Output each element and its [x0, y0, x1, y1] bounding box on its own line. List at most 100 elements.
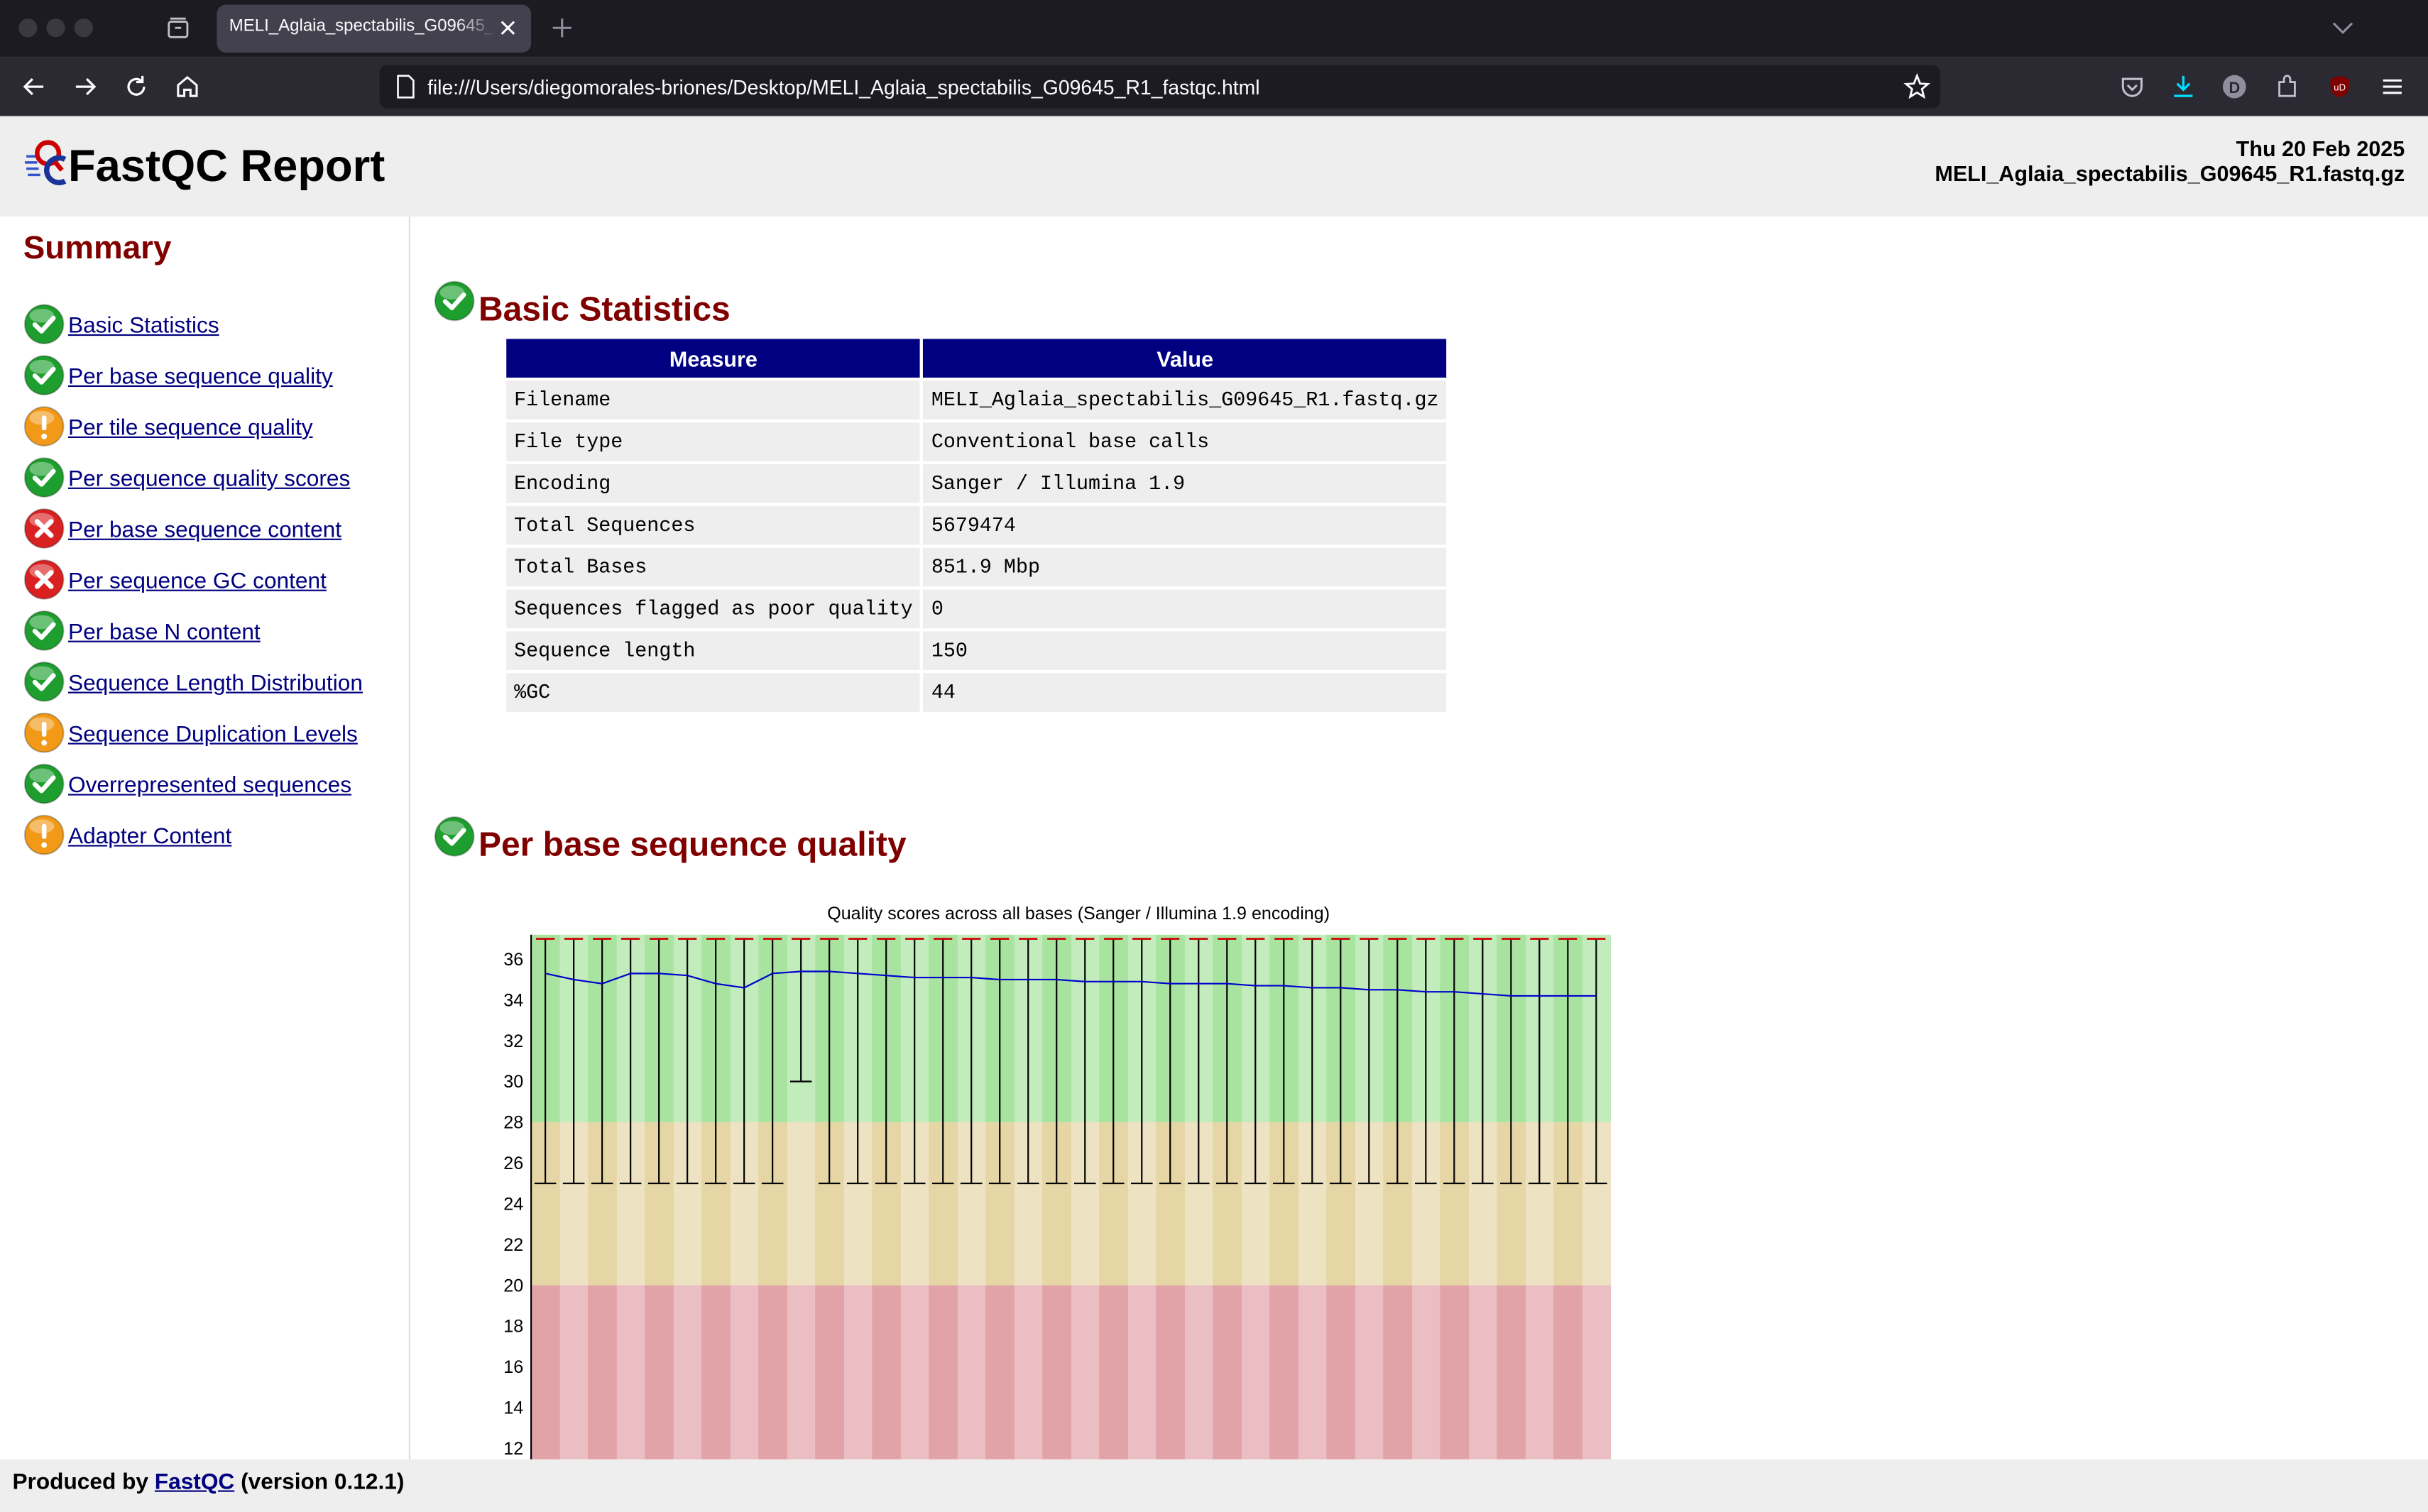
zoom-window-button[interactable] [74, 18, 93, 38]
summary-link[interactable]: Adapter Content [68, 825, 231, 850]
fastqc-logo-icon [24, 138, 71, 187]
summary-link[interactable]: Per base sequence content [68, 518, 341, 543]
column-header-measure: Measure [506, 339, 921, 378]
value-cell: 44 [923, 673, 1447, 712]
summary-link[interactable]: Overrepresented sequences [68, 774, 351, 799]
extensions-icon[interactable] [2272, 71, 2303, 102]
quality-zone-poor [1099, 1285, 1128, 1459]
tab-overview-icon[interactable] [164, 14, 192, 42]
table-row: Filename MELI_Aglaia_spectabilis_G09645_R… [506, 380, 1447, 420]
pass-icon [23, 456, 65, 498]
measure-cell: %GC [506, 673, 921, 712]
summary-link[interactable]: Per sequence quality scores [68, 467, 350, 492]
quality-zone-poor [616, 1285, 645, 1459]
footer-text: Produced by FastQC (version 0.12.1) [12, 1470, 404, 1495]
pass-icon [23, 763, 65, 805]
summary-title: Summary [23, 230, 172, 266]
home-icon[interactable] [172, 71, 203, 102]
report-title: FastQC Report [67, 142, 385, 192]
quality-zone-poor [758, 1285, 787, 1459]
back-icon[interactable] [18, 71, 50, 102]
bookmark-star-icon[interactable] [1903, 72, 1931, 100]
table-row: Total Bases 851.9 Mbp [506, 547, 1447, 587]
summary-link[interactable]: Sequence Length Distribution [68, 672, 363, 696]
quality-zone-poor [1525, 1285, 1555, 1459]
table-row: Total Sequences 5679474 [506, 505, 1447, 545]
summary-link[interactable]: Per base N content [68, 620, 261, 645]
quality-zone-poor [673, 1285, 702, 1459]
quality-zone-poor [1553, 1285, 1583, 1459]
reload-icon[interactable] [121, 71, 152, 102]
close-tab-icon[interactable] [497, 17, 519, 39]
warn-icon [23, 814, 65, 856]
y-tick-label: 26 [503, 1154, 523, 1173]
quality-zone-poor [1383, 1285, 1412, 1459]
new-tab-icon[interactable] [549, 16, 574, 40]
value-cell: Conventional base calls [923, 422, 1447, 461]
quality-zone-poor [1440, 1285, 1469, 1459]
y-tick-label: 34 [503, 990, 523, 1010]
quality-zone-poor [957, 1285, 986, 1459]
page-content: FastQC Report Thu 20 Feb 2025 MELI_Aglai… [0, 116, 2428, 1512]
quality-zone-poor [1298, 1285, 1327, 1459]
ublock-origin-icon[interactable]: uD [2324, 71, 2356, 102]
pocket-icon[interactable] [2117, 71, 2148, 102]
quality-zone-poor [1582, 1285, 1612, 1459]
quality-zone-poor [1014, 1285, 1043, 1459]
quality-zone-poor [1071, 1285, 1100, 1459]
summary-link[interactable]: Sequence Duplication Levels [68, 723, 358, 747]
y-tick-label: 28 [503, 1113, 523, 1133]
ublock-badge: uD [2334, 82, 2346, 93]
report-footer: Produced by FastQC (version 0.12.1) [0, 1459, 2428, 1512]
report-date: Thu 20 Feb 2025 [2236, 136, 2405, 161]
report-header: FastQC Report Thu 20 Feb 2025 MELI_Aglai… [0, 116, 2428, 217]
summary-link[interactable]: Basic Statistics [68, 314, 219, 339]
quality-zone-poor [1184, 1285, 1213, 1459]
measure-cell: Filename [506, 380, 921, 420]
quality-zone-poor [1326, 1285, 1355, 1459]
quality-zone-poor [588, 1285, 617, 1459]
address-bar[interactable]: file:///Users/diegomorales-briones/Deskt… [379, 65, 1940, 109]
quality-zone-poor [1355, 1285, 1384, 1459]
list-all-tabs-icon[interactable] [2331, 17, 2356, 39]
quality-zone-poor [985, 1285, 1015, 1459]
y-tick-label: 24 [503, 1194, 523, 1214]
quality-zone-poor [531, 1285, 560, 1459]
warn-icon [23, 712, 65, 754]
url-text[interactable]: file:///Users/diegomorales-briones/Deskt… [427, 76, 1260, 99]
y-tick-label: 22 [503, 1235, 523, 1255]
quality-zone-poor [1497, 1285, 1526, 1459]
y-tick-label: 16 [503, 1357, 523, 1377]
chart-title: Quality scores across all bases (Sanger … [827, 904, 1330, 924]
active-tab[interactable]: MELI_Aglaia_spectabilis_G09645_R1_fastqc… [217, 4, 532, 53]
account-icon[interactable]: D [2219, 71, 2251, 102]
fastqc-link[interactable]: FastQC [155, 1470, 234, 1495]
downloads-icon[interactable] [2168, 71, 2199, 102]
summary-link[interactable]: Per tile sequence quality [68, 416, 313, 441]
summary-link[interactable]: Per base sequence quality [68, 366, 333, 390]
profile-initial: D [2229, 79, 2240, 97]
y-tick-label: 12 [503, 1439, 523, 1459]
summary-item: Per base N content [23, 610, 403, 661]
close-window-button[interactable] [18, 18, 38, 38]
footer-prefix: Produced by [12, 1470, 155, 1496]
summary-item: Adapter Content [23, 814, 403, 865]
basic-statistics-table: Measure Value Filename MELI_Aglaia_specta… [503, 336, 1450, 715]
summary-item: Per base sequence content [23, 508, 403, 559]
pass-icon [23, 303, 65, 345]
summary-item: Overrepresented sequences [23, 763, 403, 814]
quality-zone-poor [843, 1285, 873, 1459]
menu-icon[interactable] [2377, 71, 2408, 102]
measure-cell: Sequences flagged as poor quality [506, 589, 921, 629]
value-cell: 5679474 [923, 505, 1447, 545]
quality-zone-poor [1269, 1285, 1298, 1459]
quality-zone-poor [1156, 1285, 1185, 1459]
y-tick-label: 30 [503, 1072, 523, 1092]
summary-link[interactable]: Per sequence GC content [68, 569, 327, 594]
forward-icon[interactable] [70, 71, 101, 102]
quality-zone-poor [701, 1285, 731, 1459]
table-row: Sequences flagged as poor quality 0 [506, 589, 1447, 629]
minimize-window-button[interactable] [46, 18, 65, 38]
tab-bar: MELI_Aglaia_spectabilis_G09645_R1_fastqc… [0, 0, 2428, 57]
summary-item: Sequence Duplication Levels [23, 712, 403, 763]
